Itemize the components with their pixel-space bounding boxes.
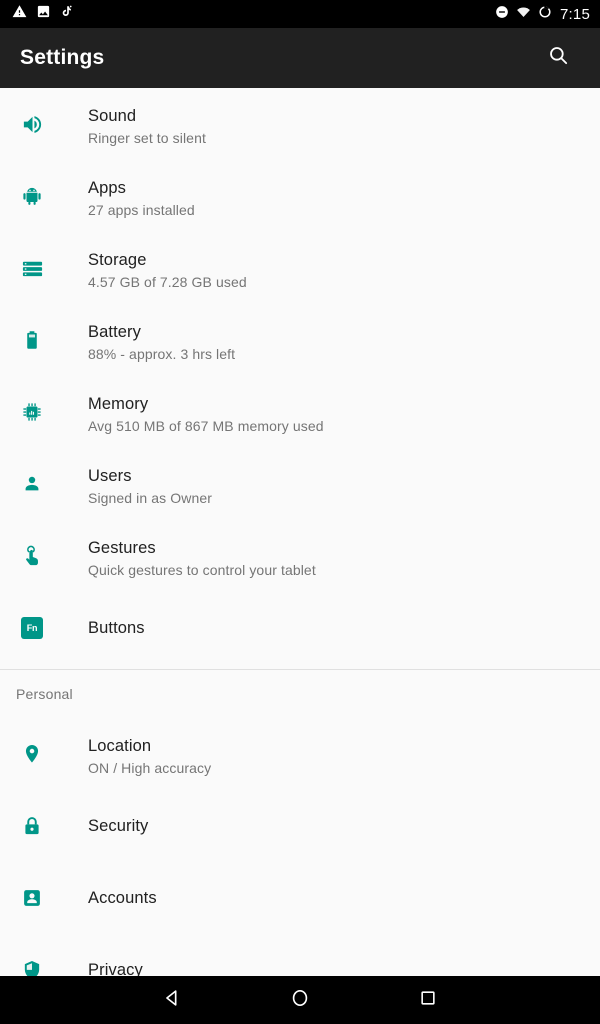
settings-row-text: Accounts bbox=[88, 888, 157, 908]
shield-icon bbox=[20, 959, 44, 976]
settings-row-text: Gestures Quick gestures to control your … bbox=[88, 520, 316, 579]
status-bar-system-icons: 7:15 bbox=[495, 5, 590, 24]
settings-row-text: Buttons bbox=[88, 618, 145, 638]
do-not-disturb-icon bbox=[495, 5, 509, 24]
settings-row-battery[interactable]: Battery 88% - approx. 3 hrs left bbox=[0, 304, 600, 376]
settings-row-text: Users Signed in as Owner bbox=[88, 448, 212, 507]
battery-icon bbox=[538, 5, 552, 24]
fn-key-glyph: Fn bbox=[21, 617, 43, 639]
location-pin-icon bbox=[20, 743, 44, 765]
settings-row-subtitle: 88% - approx. 3 hrs left bbox=[88, 346, 236, 362]
settings-row-subtitle: Signed in as Owner bbox=[88, 490, 212, 506]
settings-row-title: Buttons bbox=[88, 619, 145, 637]
back-triangle-icon bbox=[161, 987, 183, 1014]
volume-up-icon bbox=[20, 113, 44, 136]
settings-row-title: Location bbox=[88, 737, 152, 755]
recents-square-icon bbox=[418, 988, 438, 1013]
settings-screen: 7:15 Settings Sound Ringer set to silent… bbox=[0, 0, 600, 1024]
battery-icon bbox=[20, 329, 44, 351]
settings-row-title: Apps bbox=[88, 179, 127, 197]
settings-row-title: Battery bbox=[88, 323, 141, 341]
account-badge-icon bbox=[20, 887, 44, 909]
toolbar-actions bbox=[538, 38, 578, 78]
music-note-icon bbox=[60, 4, 74, 24]
settings-row-apps[interactable]: Apps 27 apps installed bbox=[0, 160, 600, 232]
status-bar: 7:15 bbox=[0, 0, 600, 28]
settings-row-text: Battery 88% - approx. 3 hrs left bbox=[88, 304, 235, 363]
wifi-icon bbox=[516, 5, 531, 24]
status-bar-notification-icons bbox=[12, 4, 74, 24]
settings-row-title: Sound bbox=[88, 107, 137, 125]
settings-row-text: Location ON / High accuracy bbox=[88, 718, 211, 777]
home-button[interactable] bbox=[236, 976, 364, 1024]
settings-row-title: Storage bbox=[88, 251, 147, 269]
status-bar-clock: 7:15 bbox=[560, 5, 590, 23]
settings-row-title: Accounts bbox=[88, 889, 157, 907]
settings-row-title: Users bbox=[88, 467, 132, 485]
page-title: Settings bbox=[20, 46, 105, 69]
warning-icon bbox=[12, 4, 27, 24]
gesture-tap-icon bbox=[20, 545, 44, 568]
settings-row-text: Storage 4.57 GB of 7.28 GB used bbox=[88, 232, 247, 291]
settings-row-text: Apps 27 apps installed bbox=[88, 160, 195, 219]
settings-row-title: Memory bbox=[88, 395, 149, 413]
lock-icon bbox=[20, 815, 44, 837]
navigation-bar bbox=[0, 976, 600, 1024]
person-icon bbox=[20, 473, 44, 495]
search-button[interactable] bbox=[538, 38, 578, 78]
settings-row-subtitle: 4.57 GB of 7.28 GB used bbox=[88, 274, 247, 290]
settings-row-security[interactable]: Security bbox=[0, 790, 600, 862]
settings-row-buttons[interactable]: Fn Buttons bbox=[0, 592, 600, 664]
memory-chip-icon bbox=[20, 401, 44, 423]
settings-row-privacy[interactable]: Privacy bbox=[0, 934, 600, 976]
settings-row-location[interactable]: Location ON / High accuracy bbox=[0, 718, 600, 790]
image-icon bbox=[36, 4, 51, 24]
settings-row-text: Privacy bbox=[88, 960, 143, 976]
settings-row-subtitle: Ringer set to silent bbox=[88, 130, 206, 146]
settings-row-storage[interactable]: Storage 4.57 GB of 7.28 GB used bbox=[0, 232, 600, 304]
settings-row-subtitle: Quick gestures to control your tablet bbox=[88, 562, 316, 578]
settings-row-users[interactable]: Users Signed in as Owner bbox=[0, 448, 600, 520]
settings-row-subtitle: Avg 510 MB of 867 MB memory used bbox=[88, 418, 324, 434]
section-header-label: Personal bbox=[16, 686, 73, 702]
home-circle-icon bbox=[289, 987, 311, 1014]
app-toolbar: Settings bbox=[0, 28, 600, 88]
fn-key-icon: Fn bbox=[20, 617, 44, 639]
settings-row-text: Sound Ringer set to silent bbox=[88, 88, 206, 147]
settings-row-memory[interactable]: Memory Avg 510 MB of 867 MB memory used bbox=[0, 376, 600, 448]
android-robot-icon bbox=[20, 185, 44, 207]
settings-list[interactable]: Sound Ringer set to silent Apps 27 apps … bbox=[0, 88, 600, 976]
search-icon bbox=[547, 44, 570, 72]
settings-row-title: Security bbox=[88, 817, 149, 835]
settings-row-sound[interactable]: Sound Ringer set to silent bbox=[0, 88, 600, 160]
recents-button[interactable] bbox=[364, 976, 492, 1024]
settings-row-title: Privacy bbox=[88, 961, 143, 976]
settings-row-subtitle: 27 apps installed bbox=[88, 202, 195, 218]
section-header-personal: Personal bbox=[0, 670, 600, 718]
settings-row-accounts[interactable]: Accounts bbox=[0, 862, 600, 934]
settings-row-text: Memory Avg 510 MB of 867 MB memory used bbox=[88, 376, 324, 435]
settings-row-subtitle: ON / High accuracy bbox=[88, 760, 212, 776]
storage-icon bbox=[20, 257, 44, 280]
settings-row-gestures[interactable]: Gestures Quick gestures to control your … bbox=[0, 520, 600, 592]
settings-row-title: Gestures bbox=[88, 539, 156, 557]
back-button[interactable] bbox=[108, 976, 236, 1024]
settings-row-text: Security bbox=[88, 816, 148, 836]
